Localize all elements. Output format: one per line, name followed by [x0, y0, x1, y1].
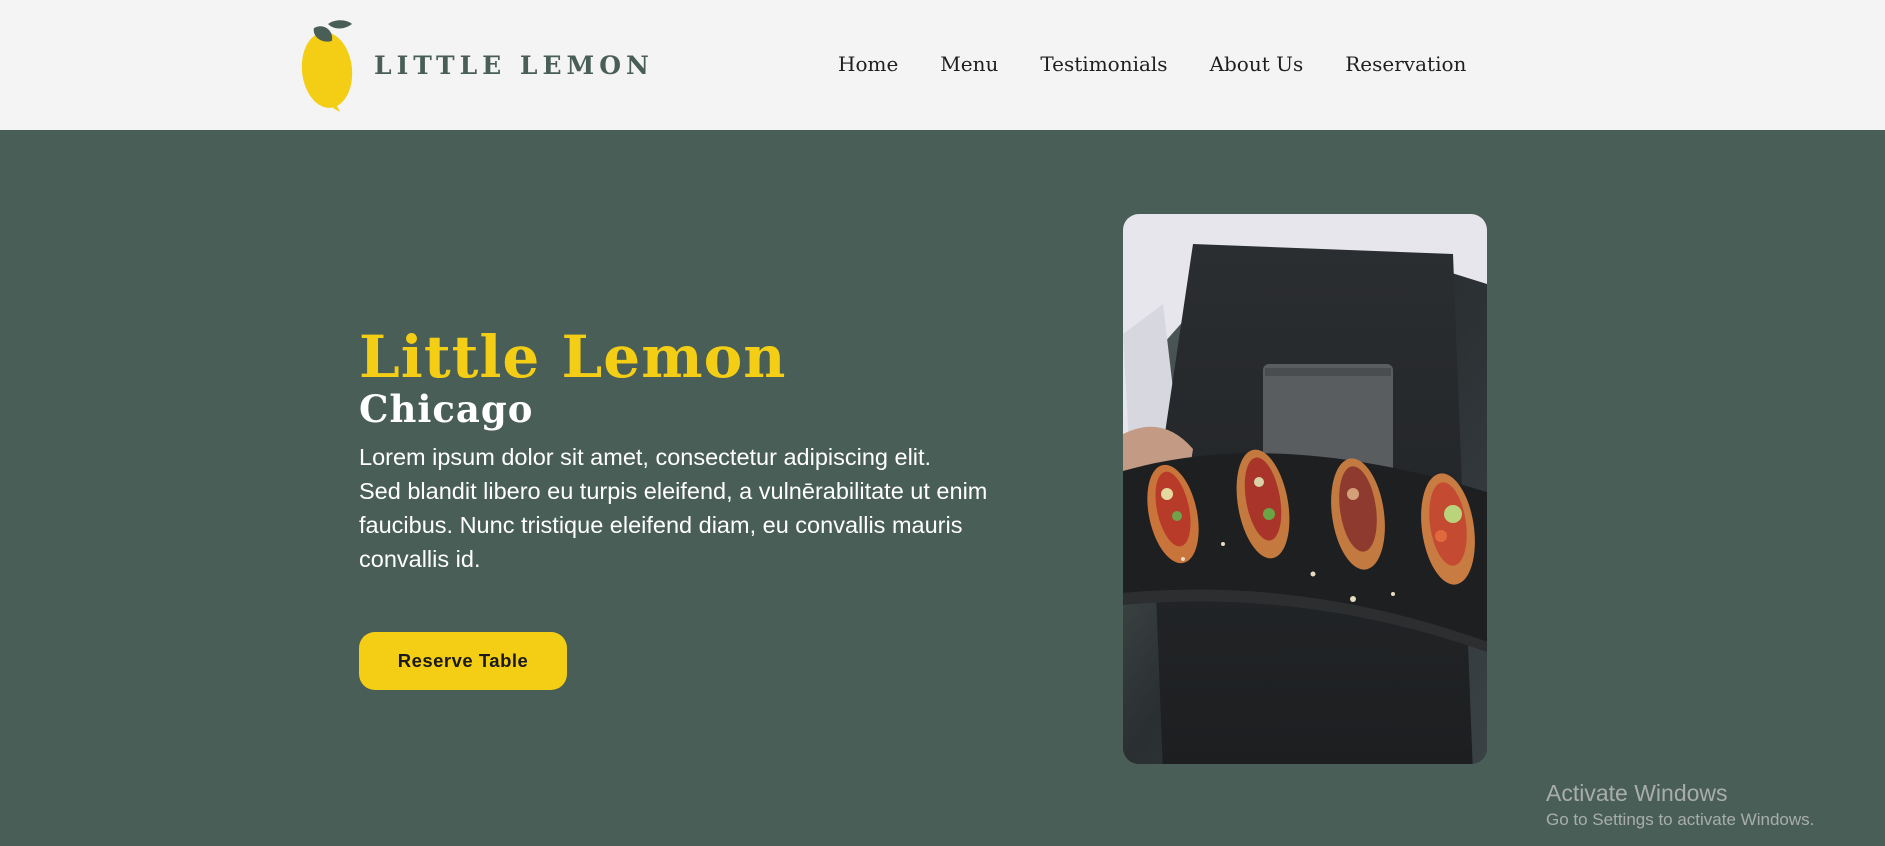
lemon-icon — [301, 20, 353, 112]
nav-menu[interactable]: Menu — [940, 50, 998, 78]
activate-windows-watermark: Activate Windows Go to Settings to activ… — [1546, 778, 1814, 832]
logo[interactable]: LITTLE LEMON — [300, 18, 654, 112]
hero-title: Little Lemon — [359, 323, 787, 391]
hero-image — [1123, 214, 1487, 764]
main-nav: Home Menu Testimonials About Us Reservat… — [838, 50, 1466, 78]
hero-description-line-2: Sed blandit libero eu turpis eleifend, a… — [359, 478, 988, 572]
nav-testimonials[interactable]: Testimonials — [1040, 50, 1167, 78]
chef-serving-food-illustration — [1123, 214, 1487, 764]
logo-text: LITTLE LEMON — [374, 50, 654, 80]
watermark-title: Activate Windows — [1546, 780, 1728, 806]
nav-about-us[interactable]: About Us — [1210, 50, 1304, 78]
hero-description-line-1: Lorem ipsum dolor sit amet, consectetur … — [359, 444, 932, 470]
nav-reservation[interactable]: Reservation — [1345, 50, 1466, 78]
nav-home[interactable]: Home — [838, 50, 898, 78]
reserve-table-button[interactable]: Reserve Table — [359, 632, 567, 690]
site-header: LITTLE LEMON Home Menu Testimonials Abou… — [0, 0, 1885, 130]
hero-subtitle: Chicago — [359, 387, 534, 431]
hero-description: Lorem ipsum dolor sit amet, consectetur … — [359, 440, 1009, 576]
watermark-subtitle: Go to Settings to activate Windows. — [1546, 810, 1815, 829]
